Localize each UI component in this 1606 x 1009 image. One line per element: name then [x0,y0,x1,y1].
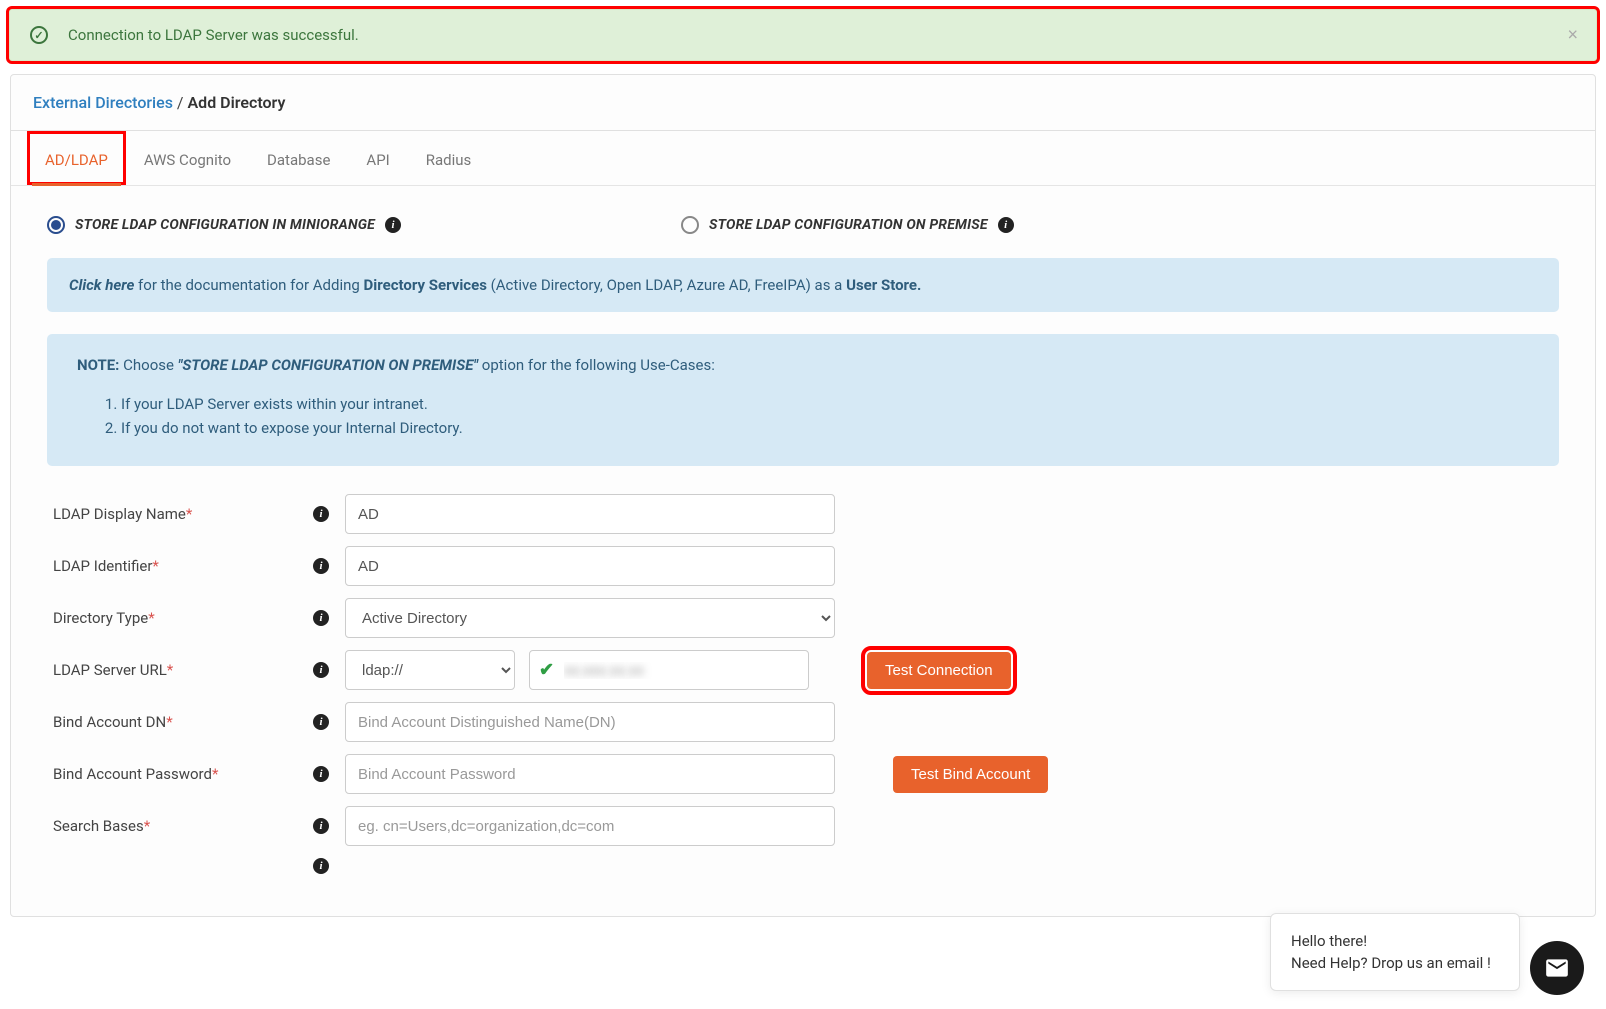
bind-account-password-input[interactable] [345,754,835,794]
chat-line: Hello there! [1291,932,1499,950]
note-list-item: If your LDAP Server exists within your i… [121,392,1529,416]
add-directory-panel: External Directories / Add Directory AD/… [10,74,1596,917]
doc-text: Directory Services [364,276,487,294]
note-list: If your LDAP Server exists within your i… [121,392,1529,440]
note-quoted: "STORE LDAP CONFIGURATION ON PREMISE" [178,356,478,374]
info-icon[interactable]: i [313,558,329,574]
chat-launcher-button[interactable] [1530,941,1584,995]
breadcrumb-parent-link[interactable]: External Directories [33,93,173,112]
breadcrumb-current: Add Directory [188,93,286,112]
tab-aws-cognito[interactable]: AWS Cognito [126,131,249,185]
info-icon[interactable]: i [313,858,329,874]
doc-click-here-link[interactable]: Click here [69,276,134,294]
row-bind-account-password: Bind Account Password* i Test Bind Accou… [47,754,1559,794]
ldap-display-name-input[interactable] [345,494,835,534]
info-icon[interactable]: i [313,610,329,626]
breadcrumb: External Directories / Add Directory [11,75,1595,131]
radio-store-miniorange[interactable]: STORE LDAP CONFIGURATION IN MINIORANGE i [47,216,401,234]
field-label: Directory Type* [47,609,297,627]
row-bind-account-dn: Bind Account DN* i [47,702,1559,742]
field-label: LDAP Identifier* [47,557,297,575]
checkmark-circle-icon: ✓ [30,26,48,44]
doc-text: User Store. [846,276,921,294]
info-icon[interactable]: i [998,217,1014,233]
directory-type-tabs: AD/LDAP AWS Cognito Database API Radius [11,131,1595,186]
note-text: option for the following Use-Cases: [482,356,715,374]
field-label: Bind Account DN* [47,713,297,731]
breadcrumb-sep: / [177,93,184,112]
tab-ad-ldap[interactable]: AD/LDAP [27,131,126,185]
tab-api[interactable]: API [348,131,407,185]
row-ldap-server-url: LDAP Server URL* i ldap:// ✔ Test Connec… [47,650,1559,690]
test-connection-button[interactable]: Test Connection [867,652,1011,689]
note-callout: NOTE: Choose "STORE LDAP CONFIGURATION O… [47,334,1559,466]
info-icon[interactable]: i [313,766,329,782]
note-list-item: If you do not want to expose your Intern… [121,416,1529,440]
info-icon[interactable]: i [313,506,329,522]
search-bases-input[interactable] [345,806,835,846]
chat-tooltip: Hello there! Need Help? Drop us an email… [1270,913,1520,991]
doc-text: (Active Directory, Open LDAP, Azure AD, … [487,276,846,294]
field-label: Search Bases* [47,817,297,835]
radio-label: STORE LDAP CONFIGURATION ON PREMISE [709,217,988,233]
row-truncated: i [47,858,1559,874]
info-icon[interactable]: i [313,714,329,730]
alert-message: Connection to LDAP Server was successful… [68,26,359,44]
alert-close-button[interactable]: × [1567,25,1578,46]
field-label: LDAP Display Name* [47,505,297,523]
radio-store-onpremise[interactable]: STORE LDAP CONFIGURATION ON PREMISE i [681,216,1014,234]
tab-radius[interactable]: Radius [408,131,490,185]
row-search-bases: Search Bases* i [47,806,1559,846]
ldap-scheme-select[interactable]: ldap:// [345,650,515,690]
radio-icon-selected [47,216,65,234]
test-bind-account-button[interactable]: Test Bind Account [893,756,1048,793]
field-label: LDAP Server URL* [47,661,297,679]
ldap-identifier-input[interactable] [345,546,835,586]
form-content: STORE LDAP CONFIGURATION IN MINIORANGE i… [11,186,1595,916]
tab-database[interactable]: Database [249,131,348,185]
info-icon[interactable]: i [385,217,401,233]
ldap-host-wrap: ✔ [529,650,809,690]
chat-line: Need Help? Drop us an email ! [1291,954,1499,972]
row-ldap-display-name: LDAP Display Name* i [47,494,1559,534]
field-label: Bind Account Password* [47,765,297,783]
info-icon[interactable]: i [313,662,329,678]
directory-type-select[interactable]: Active Directory [345,598,835,638]
row-directory-type: Directory Type* i Active Directory [47,598,1559,638]
radio-label: STORE LDAP CONFIGURATION IN MINIORANGE [75,217,375,233]
documentation-callout: Click here for the documentation for Add… [47,258,1559,312]
doc-text: for the documentation for Adding [134,276,363,294]
mail-icon [1544,955,1570,981]
info-icon[interactable]: i [313,818,329,834]
row-ldap-identifier: LDAP Identifier* i [47,546,1559,586]
checkmark-icon: ✔ [539,660,554,681]
config-location-radios: STORE LDAP CONFIGURATION IN MINIORANGE i… [47,216,1559,234]
radio-icon-unselected [681,216,699,234]
success-alert: ✓ Connection to LDAP Server was successf… [8,8,1598,62]
ldap-host-input[interactable] [529,650,809,690]
note-text: Choose [123,356,178,374]
bind-account-dn-input[interactable] [345,702,835,742]
note-label: NOTE: [77,356,119,374]
